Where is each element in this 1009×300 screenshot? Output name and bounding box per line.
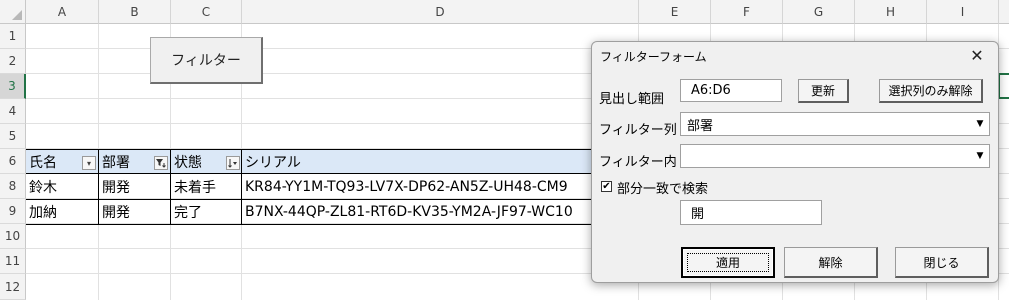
clear-button[interactable]: 解除	[784, 247, 878, 278]
column-header-b[interactable]: B	[99, 0, 171, 24]
column-header-partial[interactable]	[999, 0, 1009, 24]
sort-filter-icon[interactable]	[226, 156, 240, 170]
close-icon[interactable]: ✕	[966, 44, 988, 66]
row-header-3[interactable]: 3	[0, 74, 26, 99]
row-header-2[interactable]: 2	[0, 49, 26, 74]
filter-form-dialog: フィルターフォーム ✕ 見出し範囲 A6:D6 更新 選択列のみ解除 フィルター…	[591, 41, 999, 283]
row-header-6[interactable]: 6	[0, 149, 26, 174]
filter-applied-icon[interactable]	[154, 156, 168, 170]
filter-value-label: フィルター内	[599, 155, 677, 170]
table-cell[interactable]: 鈴木	[26, 175, 98, 199]
filter-column-label: フィルター列	[599, 123, 677, 138]
update-button[interactable]: 更新	[798, 79, 849, 103]
table-cell[interactable]: 開発	[99, 200, 170, 224]
search-text-input[interactable]: 開	[680, 200, 822, 225]
column-header-d[interactable]: D	[242, 0, 639, 24]
table-cell[interactable]: 完了	[171, 200, 241, 224]
row-header-5[interactable]: 5	[0, 124, 26, 149]
apply-button[interactable]: 適用	[681, 247, 775, 278]
filter-column-select[interactable]: 部署 ▼	[680, 112, 990, 136]
header-cell-name[interactable]: 氏名	[26, 150, 86, 173]
dialog-title: フィルターフォーム	[600, 50, 707, 64]
range-label: 見出し範囲	[599, 92, 665, 107]
column-header-c[interactable]: C	[171, 0, 242, 24]
row-header-8[interactable]: 8	[0, 174, 26, 199]
filter-value-select[interactable]: ▼	[680, 144, 990, 168]
table-cell[interactable]: 開発	[99, 175, 170, 199]
row-header-4[interactable]: 4	[0, 99, 26, 124]
filter-column-value: 部署	[687, 118, 714, 134]
row-header-12[interactable]: 12	[0, 274, 26, 300]
column-header-i[interactable]: I	[927, 0, 999, 24]
dropdown-arrow-icon[interactable]: ▾	[82, 156, 96, 170]
clear-selected-column-button[interactable]: 選択列のみ解除	[879, 79, 983, 103]
table-cell[interactable]: 未着手	[171, 175, 241, 199]
chevron-down-icon[interactable]: ▼	[972, 114, 988, 134]
header-cell-serial[interactable]: シリアル	[242, 150, 592, 173]
header-cell-department[interactable]: 部署	[99, 150, 154, 173]
row-header-1[interactable]: 1	[0, 24, 26, 49]
column-header-g[interactable]: G	[783, 0, 855, 24]
column-header-e[interactable]: E	[639, 0, 711, 24]
table-cell[interactable]: 加納	[26, 200, 98, 224]
row-header-10[interactable]: 10	[0, 224, 26, 249]
table-cell[interactable]: KR84-YY1M-TQ93-LV7X-DP62-AN5Z-UH48-CM9	[242, 175, 592, 199]
partial-match-label[interactable]: 部分一致で検索	[617, 178, 708, 197]
table-cell[interactable]: B7NX-44QP-ZL81-RT6D-KV35-YM2A-JF97-WC10	[242, 200, 592, 224]
chevron-down-icon[interactable]: ▼	[972, 146, 988, 166]
range-input[interactable]: A6:D6	[680, 79, 782, 102]
close-button[interactable]: 閉じる	[895, 247, 989, 278]
table-border	[26, 224, 639, 225]
select-all-corner[interactable]	[0, 0, 26, 24]
row-header-11[interactable]: 11	[0, 249, 26, 274]
column-header-f[interactable]: F	[711, 0, 783, 24]
partial-match-checkbox[interactable]: ✔	[601, 181, 612, 192]
column-header-a[interactable]: A	[26, 0, 99, 24]
row-header-9[interactable]: 9	[0, 199, 26, 224]
header-cell-status[interactable]: 状態	[171, 150, 226, 173]
column-header-h[interactable]: H	[855, 0, 927, 24]
filter-sheet-button[interactable]: フィルター	[150, 37, 263, 84]
active-cell[interactable]	[998, 73, 1009, 99]
focus-ring	[687, 253, 769, 272]
